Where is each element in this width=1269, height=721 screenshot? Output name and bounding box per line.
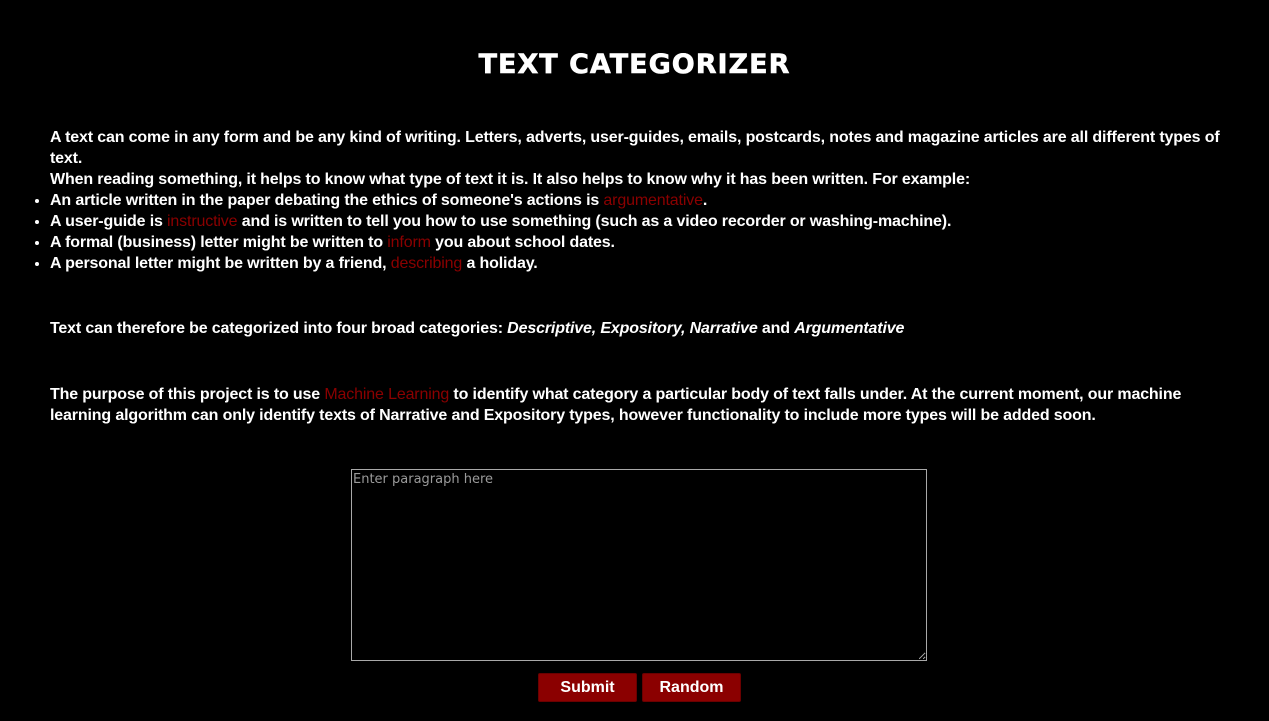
- intro-line-2: When reading something, it helps to know…: [50, 171, 971, 188]
- submit-button[interactable]: Submit: [538, 673, 637, 702]
- example-text: you about school dates.: [430, 234, 615, 251]
- purpose-text: The purpose of this project is to use: [50, 386, 325, 403]
- example-text: A formal (business) letter might be writ…: [50, 234, 388, 251]
- random-button[interactable]: Random: [642, 673, 741, 702]
- highlight-describing: describing: [390, 255, 463, 272]
- page-title: TEXT CATEGORIZER: [478, 49, 791, 81]
- categories-and: and: [757, 320, 795, 337]
- examples-list: An article written in the paper debating…: [50, 190, 951, 274]
- example-text: and is written to tell you how to use so…: [237, 213, 952, 230]
- list-item: A formal (business) letter might be writ…: [50, 232, 951, 253]
- highlight-argumentative: argumentative: [603, 192, 703, 209]
- example-text: A personal letter might be written by a …: [50, 255, 391, 272]
- example-text: a holiday.: [462, 255, 538, 272]
- category-descriptive: Descriptive,: [507, 320, 597, 337]
- intro-line-1: A text can come in any form and be any k…: [50, 129, 1220, 167]
- purpose-paragraph: The purpose of this project is to use Ma…: [50, 384, 1230, 426]
- highlight-inform: inform: [387, 234, 431, 251]
- highlight-machine-learning: Machine Learning: [324, 386, 450, 403]
- example-text: An article written in the paper debating…: [50, 192, 604, 209]
- example-text: .: [702, 192, 708, 209]
- category-argumentative: Argumentative: [794, 320, 905, 337]
- category-narrative: Narrative: [689, 320, 758, 337]
- categories-paragraph: Text can therefore be categorized into f…: [50, 318, 1230, 339]
- categories-prefix: Text can therefore be categorized into f…: [50, 320, 508, 337]
- list-item: A user-guide is instructive and is writt…: [50, 211, 951, 232]
- list-item: A personal letter might be written by a …: [50, 253, 951, 274]
- example-text: A user-guide is: [50, 213, 168, 230]
- paragraph-input[interactable]: [351, 469, 927, 661]
- highlight-instructive: instructive: [167, 213, 238, 230]
- intro-paragraph: A text can come in any form and be any k…: [50, 127, 1230, 190]
- category-expository: Expository,: [600, 320, 686, 337]
- list-item: An article written in the paper debating…: [50, 190, 951, 211]
